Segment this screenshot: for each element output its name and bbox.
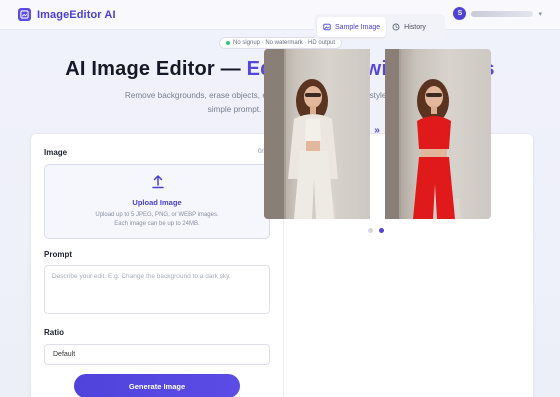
clock-icon: [392, 23, 400, 31]
ratio-select[interactable]: Default: [44, 344, 270, 365]
avatar[interactable]: S: [453, 7, 467, 20]
tab-history[interactable]: History: [386, 17, 432, 37]
top-bar: ImageEditor AI S ▾: [0, 0, 560, 30]
generate-image-button[interactable]: Generate Image: [74, 374, 240, 397]
user-menu[interactable]: S ▾: [453, 7, 542, 20]
upload-hint-size: Each image can be up to 24MB.: [114, 221, 200, 227]
ratio-label: Ratio: [44, 328, 64, 337]
carousel-dots: [368, 228, 384, 233]
image-icon: [323, 23, 331, 31]
carousel-dot-1[interactable]: [368, 228, 373, 233]
prompt-label: Prompt: [44, 250, 72, 259]
image-label: Image: [44, 148, 68, 157]
carousel-dot-2[interactable]: [379, 228, 384, 233]
upload-icon: [152, 175, 164, 189]
sample-image-comparison[interactable]: »: [264, 49, 491, 219]
upload-dropzone[interactable]: Upload Image Upload up to 5 JPEG, PNG, o…: [44, 164, 270, 239]
before-photo: [264, 49, 338, 219]
preview-tabs: Sample Image History: [314, 14, 445, 40]
tab-sample-image-label: Sample Image: [335, 23, 381, 31]
upload-hint-formats: Upload up to 5 JPEG, PNG, or WEBP images…: [95, 212, 219, 218]
after-photo: [385, 49, 461, 219]
before-image: [264, 49, 370, 219]
page-title-main: AI Image Editor —: [65, 58, 247, 80]
tab-history-label: History: [404, 23, 426, 31]
user-name-redacted: [471, 10, 534, 17]
brand-name[interactable]: ImageEditor AI: [37, 9, 116, 21]
upload-title: Upload Image: [132, 198, 182, 207]
logo-icon[interactable]: [18, 8, 31, 21]
compare-arrow-icon: »: [374, 125, 380, 136]
chevron-down-icon[interactable]: ▾: [538, 10, 542, 18]
prompt-input[interactable]: [44, 265, 270, 314]
after-image: [385, 49, 491, 219]
feature-badge-text: No signup · No watermark · HD output: [233, 40, 336, 46]
tab-sample-image[interactable]: Sample Image: [317, 17, 387, 37]
status-dot-icon: [226, 41, 230, 45]
